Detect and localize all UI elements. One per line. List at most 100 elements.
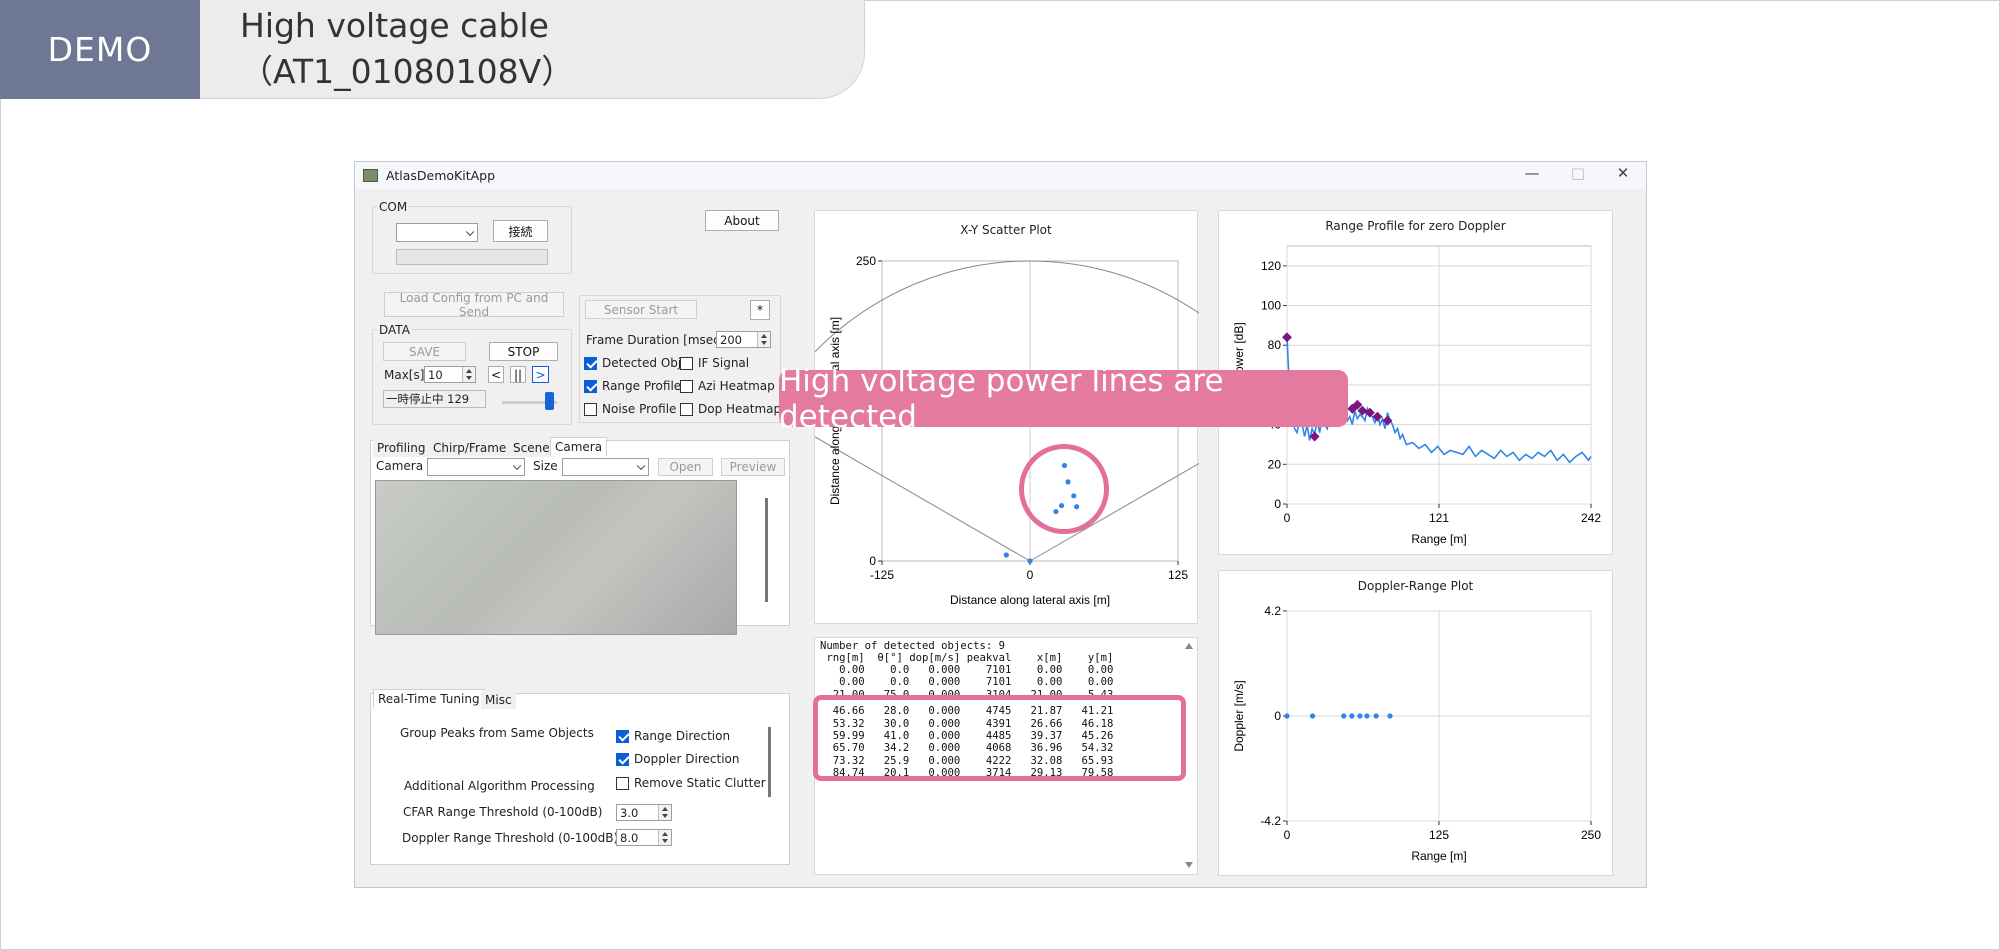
chevron-down-icon [636, 461, 646, 471]
range-direction-label: Range Direction [634, 729, 731, 743]
spinner-icon[interactable] [462, 367, 475, 382]
spinner-icon[interactable] [658, 805, 671, 820]
doppler-threshold-label: Doppler Range Threshold (0-100dB) [402, 831, 619, 845]
callout-banner: High voltage power lines are detected [779, 363, 1348, 435]
star-button[interactable]: * [750, 300, 770, 320]
load-config-button[interactable]: Load Config from PC and Send [384, 291, 564, 319]
detected-obj-label: Detected Obj [602, 356, 682, 370]
connection-progress-bar [396, 249, 548, 265]
tab-misc[interactable]: Misc [481, 691, 516, 709]
size-select[interactable] [562, 458, 649, 476]
range-direction-checkbox[interactable]: Range Direction [616, 729, 730, 743]
camera-select[interactable] [427, 458, 525, 476]
checkbox-checked-icon [584, 356, 597, 370]
y-tick-label: 120 [1261, 259, 1281, 273]
playback-slider-thumb[interactable] [544, 392, 554, 410]
tab-real-time-tuning[interactable]: Real-Time Tuning [373, 689, 485, 708]
max-seconds-input[interactable]: 10 [424, 366, 476, 383]
doppler-threshold-input[interactable]: 8.0 [616, 829, 672, 846]
detected-obj-checkbox[interactable]: Detected Obj [584, 356, 681, 370]
if-signal-label: IF Signal [698, 356, 750, 370]
save-button[interactable]: SAVE [383, 342, 466, 361]
max-seconds-label: Max[s] [384, 368, 425, 382]
remove-static-clutter-label: Remove Static Clutter [634, 776, 766, 790]
close-button[interactable]: ✕ [1608, 164, 1638, 182]
x-axis-label: Range [m] [1411, 532, 1466, 546]
doppler-threshold-value: 8.0 [620, 830, 639, 845]
group-peaks-label: Group Peaks from Same Objects [400, 726, 594, 740]
size-label: Size [533, 459, 558, 473]
next-frame-button[interactable]: > [532, 366, 549, 383]
scatter-point [1027, 558, 1033, 564]
x-tick-label: 125 [1429, 828, 1449, 842]
checkbox-checked-icon [584, 379, 597, 393]
cfar-threshold-input[interactable]: 3.0 [616, 804, 672, 821]
azi-heatmap-checkbox[interactable]: Azi Heatmap [680, 379, 775, 393]
x-axis-label: Range [m] [1411, 849, 1466, 863]
app-icon [363, 169, 378, 182]
tab-camera[interactable]: Camera [550, 437, 608, 456]
checkbox-icon [680, 379, 693, 393]
dop-heatmap-checkbox[interactable]: Dop Heatmap [680, 402, 781, 416]
objects-count: Number of detected objects: 9 [820, 640, 1005, 652]
about-button[interactable]: About [705, 210, 779, 231]
doppler-direction-label: Doppler Direction [634, 752, 740, 766]
com-port-select[interactable] [396, 223, 478, 242]
chevron-down-icon [465, 227, 475, 236]
frame-duration-label: Frame Duration [msec] [586, 333, 725, 347]
y-tick-label: 0 [1274, 497, 1281, 511]
prev-frame-button[interactable]: < [488, 366, 504, 383]
additional-processing-label: Additional Algorithm Processing [404, 779, 595, 793]
noise-profile-label: Noise Profile [602, 402, 677, 416]
pause-button[interactable]: || [510, 366, 526, 383]
preview-camera-button[interactable]: Preview [721, 458, 785, 476]
noise-profile-checkbox[interactable]: Noise Profile [584, 402, 676, 416]
open-camera-button[interactable]: Open [658, 458, 713, 476]
spinner-icon[interactable] [658, 830, 671, 845]
frame-duration-input[interactable]: 200 [716, 331, 771, 348]
y-tick-label: 250 [856, 254, 876, 268]
x-tick-label: 125 [1168, 568, 1188, 582]
doppler-point [1341, 713, 1347, 719]
camera-scrollbar[interactable] [765, 498, 768, 602]
stop-button[interactable]: STOP [489, 342, 558, 361]
camera-preview-image [375, 480, 737, 635]
camera-label: Camera [376, 459, 424, 473]
spinner-icon[interactable] [757, 332, 770, 347]
window-titlebar: AtlasDemoKitApp — □ ✕ [355, 162, 1646, 189]
remove-static-clutter-checkbox[interactable]: Remove Static Clutter [616, 776, 766, 790]
tuning-scrollbar[interactable] [768, 727, 771, 797]
y-axis-label: Doppler [m/s] [1232, 680, 1246, 751]
y-tick-label: 0 [1274, 709, 1281, 723]
objects-table-row: 0.00 0.0 0.000 7101 0.00 0.00 [820, 664, 1114, 676]
dop-heatmap-label: Dop Heatmap [698, 402, 782, 416]
range-profile-checkbox[interactable]: Range Profile [584, 379, 681, 393]
max-seconds-value: 10 [428, 367, 443, 382]
sensor-start-button[interactable]: Sensor Start [585, 300, 697, 319]
scroll-down-icon[interactable] [1185, 862, 1193, 868]
tab-scene[interactable]: Scene [509, 439, 554, 457]
tab-chirp-frame[interactable]: Chirp/Frame [429, 439, 511, 457]
peak-marker [1282, 332, 1292, 343]
y-tick-label: 20 [1268, 457, 1282, 471]
cfar-threshold-value: 3.0 [620, 805, 639, 820]
y-tick-label: 100 [1261, 299, 1281, 313]
highlight-circle [1019, 444, 1109, 534]
doppler-range-plot: 4.20-4.20 125 250Range [m]Doppler [m/s] [1232, 604, 1601, 863]
window-title: AtlasDemoKitApp [386, 168, 496, 183]
doppler-range-panel: Doppler-Range Plot 4.2 0 -4.2 0 125 250 Range … [1218, 570, 1613, 876]
tab-profiling[interactable]: Profiling [373, 439, 430, 457]
minimize-button[interactable]: — [1517, 164, 1547, 182]
maximize-button[interactable]: □ [1563, 164, 1593, 182]
doppler-point [1357, 713, 1363, 719]
connect-button[interactable]: 接続 [493, 220, 548, 242]
doppler-point [1349, 713, 1355, 719]
scroll-up-icon[interactable] [1185, 643, 1193, 649]
if-signal-checkbox[interactable]: IF Signal [680, 356, 749, 370]
x-tick-label: 250 [1581, 828, 1601, 842]
range-profile-label: Range Profile [602, 379, 682, 393]
data-group-label: DATA [377, 323, 412, 337]
doppler-point [1309, 713, 1316, 719]
doppler-direction-checkbox[interactable]: Doppler Direction [616, 752, 740, 766]
chevron-down-icon [512, 461, 522, 471]
